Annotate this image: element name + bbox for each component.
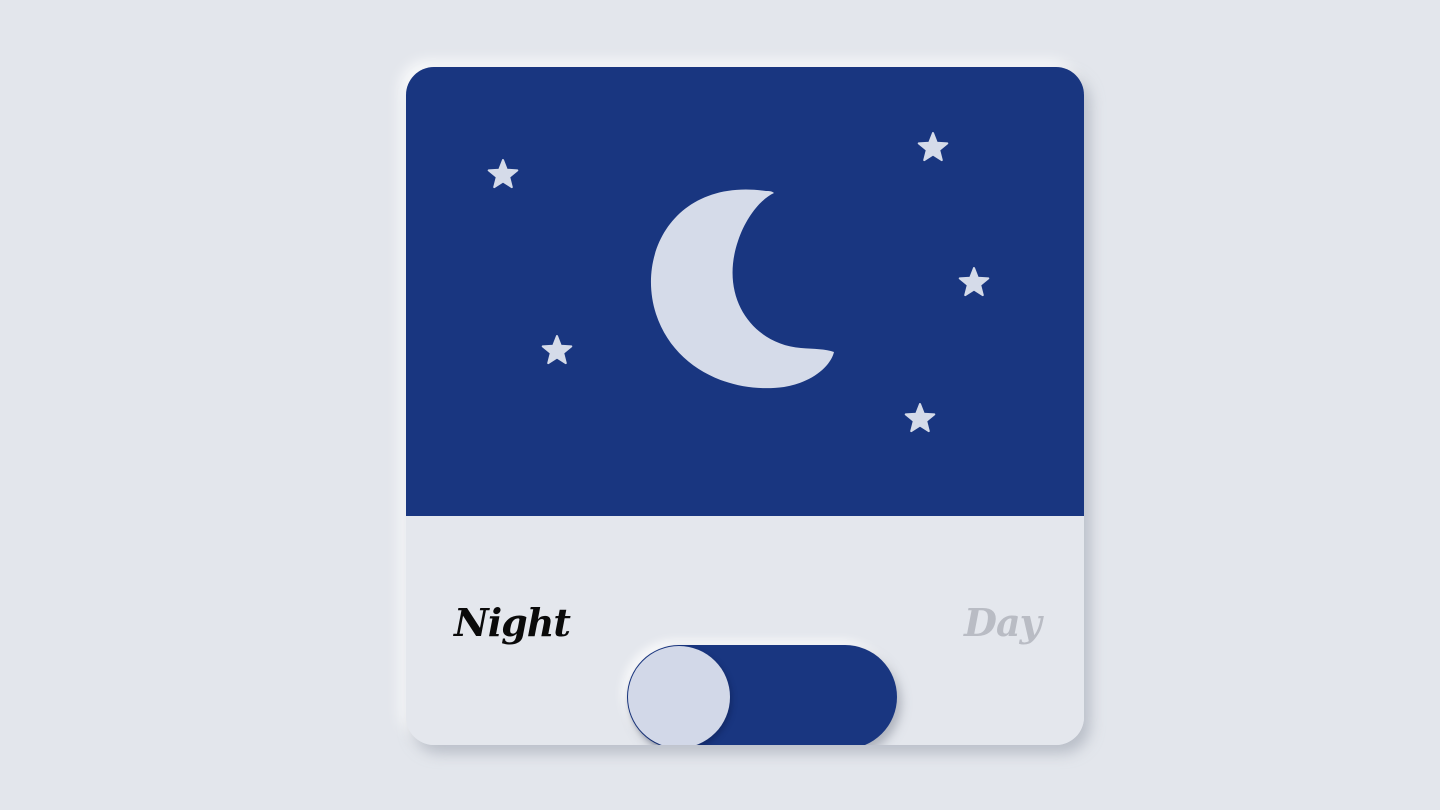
star-icon (541, 335, 573, 365)
star-icon (917, 132, 949, 162)
moon-icon (650, 189, 834, 389)
day-night-card: Night Day (406, 67, 1084, 745)
toggle-track[interactable] (627, 645, 897, 745)
day-label[interactable]: Day (964, 604, 1042, 642)
night-sky-panel (406, 67, 1084, 516)
star-icon (958, 267, 990, 297)
star-icon (487, 159, 519, 189)
stars-group (487, 132, 990, 433)
night-scene (487, 132, 990, 433)
toggle-panel: Night Day (406, 516, 1084, 745)
toggle-knob[interactable] (628, 646, 730, 745)
star-icon (904, 403, 936, 433)
night-label[interactable]: Night (454, 604, 571, 642)
day-night-toggle[interactable] (627, 645, 897, 745)
